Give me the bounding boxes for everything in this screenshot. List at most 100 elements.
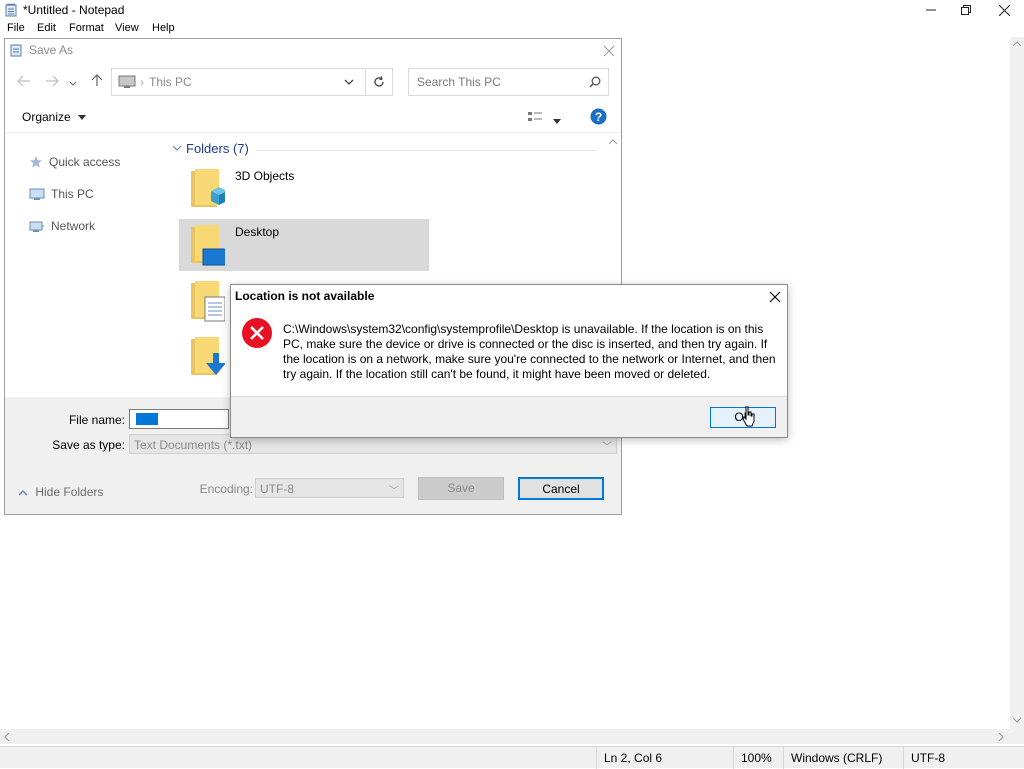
chevron-down-icon	[553, 119, 561, 124]
network-icon	[29, 221, 44, 232]
menu-format[interactable]: Format	[69, 22, 104, 34]
nav-network[interactable]: Network	[29, 216, 95, 236]
nav-quick-access-label: Quick access	[49, 155, 121, 169]
save-as-title: Save As	[29, 43, 74, 57]
folders-header[interactable]: Folders (7)	[186, 141, 249, 156]
status-line-endings: Windows (CRLF)	[783, 747, 903, 769]
error-dialog: Location is not available C:\Windows\sys…	[230, 284, 788, 438]
close-icon	[769, 291, 781, 303]
file-name-input[interactable]	[129, 409, 229, 429]
save-as-type-value: Text Documents (*.txt)	[134, 438, 253, 452]
help-button[interactable]: ?	[590, 108, 607, 125]
refresh-icon	[374, 76, 384, 87]
forward-arrow-icon	[46, 75, 59, 87]
close-icon	[998, 4, 1010, 16]
close-icon	[603, 45, 615, 57]
minimize-icon	[926, 9, 936, 11]
nav-this-pc[interactable]: This PC	[29, 184, 94, 204]
scroll-up-icon	[609, 139, 617, 145]
restore-icon	[961, 5, 971, 15]
back-button[interactable]	[15, 73, 33, 91]
dialog-toolbar: Organize ?	[5, 101, 621, 133]
save-as-dialog: Save As › This PC Search This PC Organiz…	[4, 38, 622, 515]
menu-file[interactable]: File	[7, 22, 25, 34]
encoding-label: Encoding:	[199, 482, 253, 496]
nav-this-pc-label: This PC	[51, 187, 94, 201]
address-bar[interactable]: › This PC	[111, 68, 391, 96]
chevron-down-icon	[344, 79, 354, 85]
encoding-select[interactable]: UTF-8 ﹀	[255, 478, 404, 498]
search-input[interactable]: Search This PC	[408, 68, 609, 96]
folders-divider	[257, 150, 597, 151]
cancel-button[interactable]: Cancel	[518, 477, 604, 500]
save-as-titlebar: Save As	[5, 39, 621, 63]
menu-view[interactable]: View	[115, 22, 139, 34]
folder-icon	[191, 337, 225, 375]
menu-edit[interactable]: Edit	[37, 22, 56, 34]
folder-icon	[191, 281, 225, 322]
chevron-down-icon	[69, 81, 77, 86]
cursor-icon	[742, 406, 755, 427]
chevron-down-icon: ﹀	[389, 486, 399, 497]
status-zoom: 100%	[733, 747, 783, 769]
restore-button[interactable]	[947, 0, 985, 20]
help-icon: ?	[590, 108, 607, 125]
search-icon	[589, 76, 601, 88]
nav-network-label: Network	[51, 219, 96, 233]
organize-button[interactable]: Organize	[22, 110, 87, 124]
scroll-left-icon	[4, 733, 10, 741]
scroll-right-icon	[998, 733, 1004, 741]
vertical-scrollbar[interactable]	[1010, 37, 1024, 729]
folder-item-desktop[interactable]: Desktop	[179, 219, 429, 271]
folder-label: 3D Objects	[235, 169, 295, 183]
save-as-type-label: Save as type:	[52, 438, 125, 452]
notepad-titlebar: *Untitled - Notepad	[0, 0, 1024, 20]
hide-folders-button[interactable]: Hide Folders	[18, 485, 103, 499]
chevron-up-icon	[18, 490, 28, 496]
scroll-down-icon	[1013, 717, 1021, 723]
star-icon	[30, 156, 42, 168]
address-navbar: › This PC Search This PC	[5, 63, 621, 101]
save-as-close-button[interactable]	[599, 41, 619, 61]
folder-icon	[191, 225, 225, 266]
scroll-up-icon	[1013, 41, 1021, 47]
window-title: *Untitled - Notepad	[23, 3, 125, 17]
notepad-icon	[10, 44, 22, 57]
folder-item-3d-objects[interactable]: 3D Objects	[179, 163, 429, 215]
up-button[interactable]	[88, 73, 106, 91]
address-text: This PC	[149, 75, 192, 89]
up-arrow-icon	[91, 74, 103, 86]
save-button[interactable]: Save	[418, 477, 504, 500]
forward-button[interactable]	[43, 73, 61, 91]
menu-bar: File Edit Format View Help	[0, 20, 1024, 37]
view-options-button[interactable]	[553, 113, 561, 124]
change-view-button[interactable]	[527, 110, 543, 124]
encoding-value: UTF-8	[260, 482, 294, 496]
hide-folders-label: Hide Folders	[35, 485, 104, 499]
error-dialog-footer: OK	[231, 396, 787, 437]
file-name-selection	[136, 413, 158, 425]
chevron-down-icon	[78, 115, 87, 121]
computer-icon	[118, 75, 136, 88]
file-name-label: File name:	[68, 413, 125, 427]
error-icon	[242, 318, 272, 348]
nav-quick-access[interactable]: Quick access	[29, 152, 120, 172]
horizontal-scrollbar[interactable]	[0, 729, 1010, 744]
window-close-button[interactable]	[985, 0, 1023, 20]
minimize-button[interactable]	[912, 0, 950, 20]
status-position: Ln 2, Col 6	[596, 747, 732, 769]
refresh-button[interactable]	[365, 68, 393, 96]
chevron-down-icon[interactable]	[172, 144, 182, 152]
chevron-down-icon: ﹀	[602, 442, 612, 453]
svg-text:?: ?	[595, 110, 602, 124]
notepad-icon	[5, 3, 17, 17]
error-close-button[interactable]	[765, 287, 785, 307]
error-message: C:\Windows\system32\config\systemprofile…	[283, 322, 776, 381]
search-placeholder: Search This PC	[417, 75, 501, 89]
error-dialog-title: Location is not available	[235, 289, 375, 303]
recent-locations-button[interactable]	[67, 73, 79, 91]
folder-icon	[191, 169, 225, 207]
status-encoding: UTF-8	[903, 747, 1024, 769]
scroll-corner	[1010, 729, 1024, 744]
menu-help[interactable]: Help	[152, 22, 175, 34]
